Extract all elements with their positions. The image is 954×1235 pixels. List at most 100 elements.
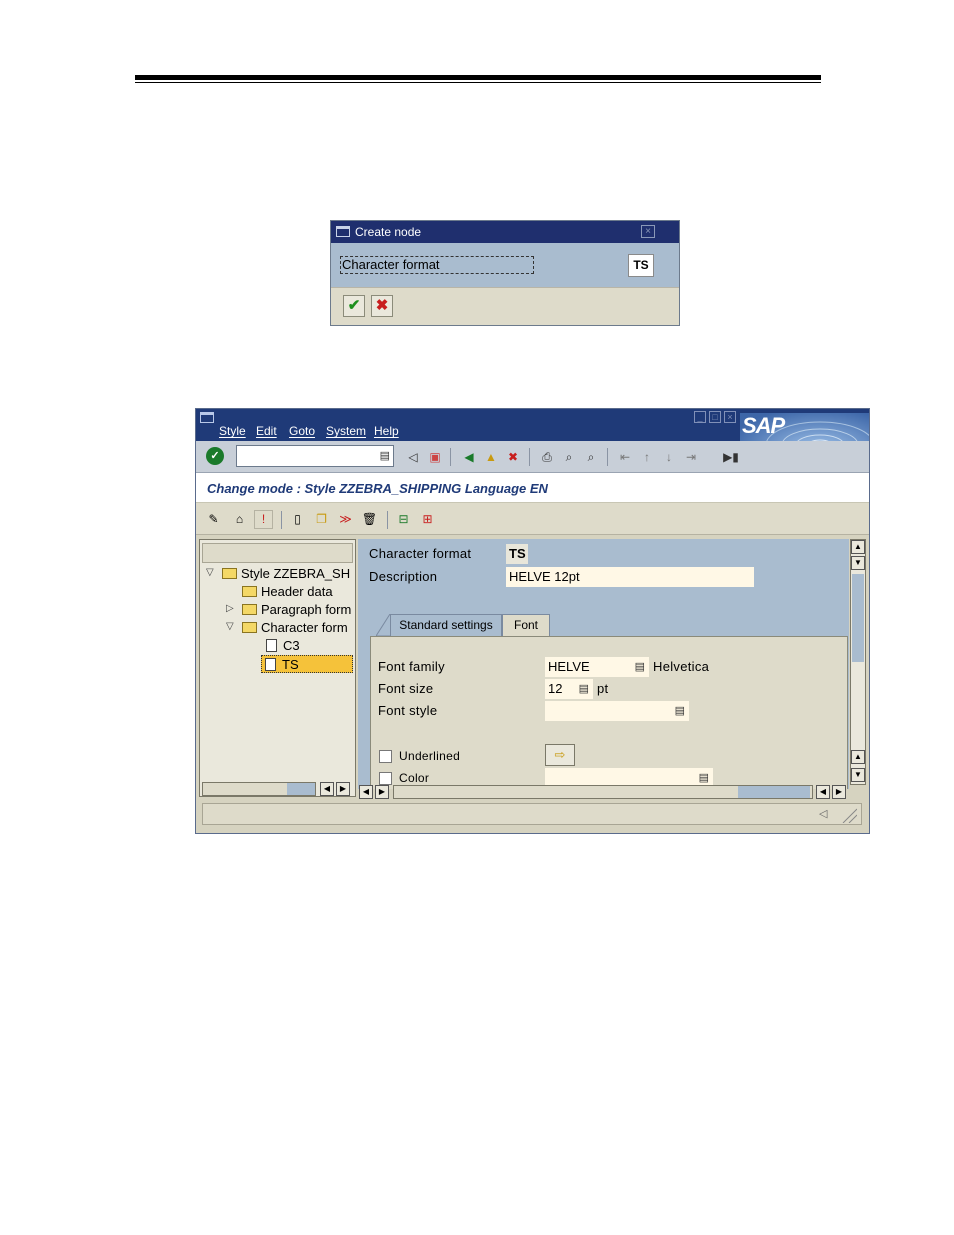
scroll-left-icon[interactable]: ◀: [816, 785, 830, 799]
copy-icon[interactable]: ❐: [312, 510, 331, 529]
menu-goto[interactable]: Goto: [289, 424, 315, 438]
font-style-label: Font style: [378, 703, 438, 718]
font-style-field[interactable]: ▤: [545, 701, 689, 721]
scroll-left-icon[interactable]: ◀: [320, 782, 334, 796]
scroll-right-icon[interactable]: ▶: [375, 785, 389, 799]
cancel-x-icon: ✖: [375, 297, 389, 314]
enter-icon[interactable]: ✓: [206, 447, 224, 465]
command-field[interactable]: ▤: [236, 445, 394, 467]
scroll-thumb[interactable]: [287, 783, 315, 795]
tree-header: [202, 543, 353, 563]
tree-node-paragraph-formats[interactable]: ▷ Paragraph form: [204, 601, 354, 619]
scroll-right-icon[interactable]: ▶: [336, 782, 350, 796]
expand-icon[interactable]: ▷: [226, 603, 236, 614]
tabstrip: Standard settings Font: [370, 614, 846, 636]
node-type-field[interactable]: Character format: [340, 256, 534, 274]
dropdown-icon[interactable]: ▤: [635, 657, 645, 677]
confirm-button[interactable]: ✔: [343, 295, 365, 317]
screen-title-bar: Change mode : Style ZZEBRA_SHIPPING Lang…: [196, 473, 869, 503]
create-icon[interactable]: ▯: [288, 510, 307, 529]
detail-vertical-scrollbar[interactable]: ▲ ▼ ▲ ▼: [850, 539, 866, 785]
next-page-icon[interactable]: ↓: [660, 448, 678, 466]
scroll-up-icon[interactable]: ▲: [851, 540, 865, 554]
application-toolbar: ✎ ⌂ ǃ ▯ ❐ ≫ 🗑 ⊟ ⊞: [196, 503, 869, 535]
create-node-dialog: Create node × Character format TS ✔ ✖: [330, 220, 680, 326]
tree-node-c3[interactable]: C3: [204, 637, 354, 655]
sap-window: Style Edit Goto System Help _ □ × SAP ✓ …: [195, 408, 870, 834]
first-page-icon[interactable]: ⇤: [616, 448, 634, 466]
description-field[interactable]: HELVE 12pt: [506, 567, 754, 587]
close-icon[interactable]: ×: [641, 225, 655, 238]
scroll-right-icon[interactable]: ▶: [832, 785, 846, 799]
delete-icon[interactable]: 🗑: [360, 510, 379, 529]
detail-panel: Character format TS Description HELVE 12…: [358, 539, 849, 789]
minimize-icon[interactable]: _: [694, 411, 706, 423]
tab-font[interactable]: Font: [502, 614, 550, 636]
color-checkbox[interactable]: [379, 772, 392, 785]
print-icon[interactable]: ⎙: [538, 448, 556, 466]
scroll-left-icon[interactable]: ◀: [359, 785, 373, 799]
system-menu-icon[interactable]: [200, 412, 214, 423]
scroll-up-icon[interactable]: ▲: [851, 750, 865, 764]
create-session-icon[interactable]: ▶▮: [722, 448, 740, 466]
folder-icon: [242, 586, 257, 597]
cancel-icon[interactable]: ✖: [504, 448, 522, 466]
transfer-icon[interactable]: ≫: [336, 510, 355, 529]
close-icon[interactable]: ×: [724, 411, 736, 423]
import-icon[interactable]: ⊟: [394, 510, 413, 529]
top-rule-thin: [135, 82, 821, 83]
maximize-icon[interactable]: □: [709, 411, 721, 423]
tree-horizontal-scrollbar[interactable]: [202, 782, 316, 796]
system-menu-icon[interactable]: [336, 226, 350, 237]
char-format-label: Character format: [369, 546, 472, 561]
collapse-icon[interactable]: ▽: [206, 567, 216, 578]
tree-node-style[interactable]: ▽ Style ZZEBRA_SH: [204, 565, 354, 583]
tab-standard-settings[interactable]: Standard settings: [390, 614, 502, 636]
detail-horizontal-scrollbar[interactable]: [393, 785, 813, 799]
underlined-checkbox[interactable]: [379, 750, 392, 763]
tree-node-ts-selected[interactable]: TS: [261, 655, 353, 673]
collapse-icon[interactable]: ▽: [226, 621, 236, 632]
tree-node-character-formats[interactable]: ▽ Character form: [204, 619, 354, 637]
font-family-field[interactable]: HELVE ▤: [545, 657, 649, 677]
history-left-icon[interactable]: ◁: [404, 448, 422, 466]
folder-open-icon: [222, 568, 237, 579]
scroll-down-icon[interactable]: ▼: [851, 556, 865, 570]
dropdown-icon[interactable]: ▤: [675, 701, 685, 721]
status-bar: ◁: [202, 803, 862, 825]
exit-icon[interactable]: ▲: [482, 448, 500, 466]
export-icon[interactable]: ⊞: [418, 510, 437, 529]
standard-toolbar: ✓ ▤ ◁ ▣ ◀ ▲ ✖ ⎙ ⌕ ⌕ ⇤ ↑ ↓ ⇥ ▶▮: [196, 441, 869, 473]
find-icon[interactable]: ⌕: [560, 448, 578, 466]
check-icon[interactable]: ⌂: [230, 510, 249, 529]
scroll-down-icon[interactable]: ▼: [851, 768, 865, 782]
status-expand-icon[interactable]: ◁: [819, 807, 827, 820]
dropdown-icon[interactable]: ▤: [579, 679, 589, 699]
underlined-label: Underlined: [399, 749, 461, 763]
document-icon: [265, 658, 276, 671]
menu-edit[interactable]: Edit: [256, 424, 277, 438]
last-page-icon[interactable]: ⇥: [682, 448, 700, 466]
document-icon: [266, 639, 277, 652]
scroll-thumb[interactable]: [738, 786, 810, 798]
find-next-icon[interactable]: ⌕: [582, 448, 600, 466]
back-icon[interactable]: ◀: [460, 448, 478, 466]
node-key-field[interactable]: TS: [628, 254, 654, 277]
save-icon[interactable]: ▣: [426, 448, 444, 466]
previous-page-icon[interactable]: ↑: [638, 448, 656, 466]
activate-icon[interactable]: ǃ: [254, 510, 273, 529]
dropdown-icon[interactable]: ▤: [380, 449, 390, 462]
resize-grip-icon[interactable]: [839, 807, 857, 823]
scroll-thumb[interactable]: [852, 574, 864, 662]
font-size-field[interactable]: 12 ▤: [545, 679, 593, 699]
tree-node-header-data[interactable]: Header data: [204, 583, 354, 601]
style-tree: ▽ Style ZZEBRA_SH Header data ▷ Paragrap…: [199, 539, 356, 797]
menu-style[interactable]: Style: [219, 424, 246, 438]
display-change-icon[interactable]: ✎: [204, 510, 223, 529]
underline-details-button[interactable]: ⇨: [545, 744, 575, 766]
menu-system[interactable]: System: [326, 424, 366, 438]
menu-help[interactable]: Help: [374, 424, 399, 438]
cancel-button[interactable]: ✖: [371, 295, 393, 317]
char-format-value: TS: [506, 544, 528, 564]
checkmark-icon: ✔: [347, 297, 361, 314]
